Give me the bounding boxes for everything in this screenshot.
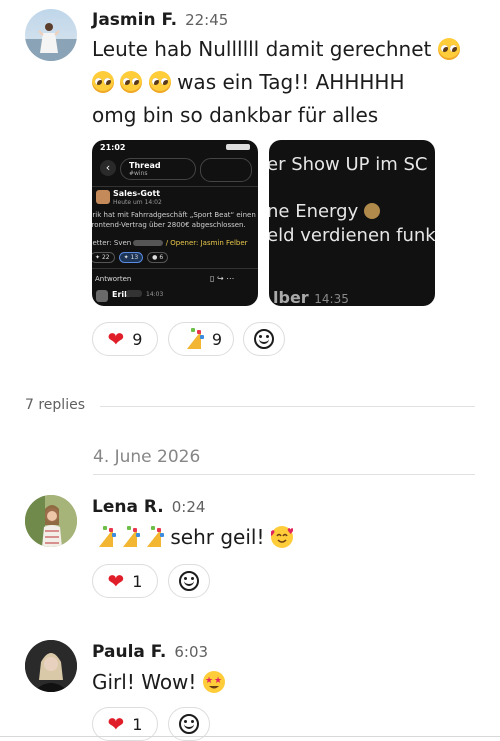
post-reaction: ✦ 13 (118, 252, 144, 263)
message-body: Leute hab Nullllll damit gerechnet was e… (92, 33, 492, 132)
author-name[interactable]: Lena R. (92, 497, 164, 517)
heart-icon: ❤ (107, 327, 125, 351)
add-reaction-icon (254, 329, 274, 349)
avatar-paula[interactable] (25, 640, 77, 692)
message-header: Paula F. 6:03 (92, 642, 208, 662)
bookmark-share-icons: ▯ ↪ ⋯ (210, 274, 235, 283)
avatar-jasmin[interactable] (25, 9, 77, 61)
message-line: Leute hab Nullllll damit gerechnet (92, 37, 432, 61)
message-header: Lena R. 0:24 (92, 497, 205, 517)
reply-time: 14:03 (146, 291, 164, 298)
image-text-line: lber 14:35 (273, 288, 349, 306)
svg-text:★: ★ (205, 676, 213, 686)
message-header: Jasmin F. 22:45 (92, 10, 228, 30)
image-text-line: eld verdienen funkt (269, 225, 435, 246)
divider (100, 406, 475, 407)
back-icon: ‹ (100, 160, 116, 176)
party-popper-icon (92, 526, 116, 548)
redacted-block (133, 240, 164, 246)
reaction-heart[interactable]: ❤ 9 (92, 322, 158, 356)
svg-text:♥: ♥ (287, 527, 293, 536)
thread-title: Thread (129, 161, 161, 170)
date-divider: 4. June 2026 (93, 447, 201, 467)
star-struck-emoji: ★ ★ (202, 671, 225, 693)
reaction-count: 1 (132, 714, 143, 734)
image-text-line: er Show UP im SC (269, 154, 428, 175)
post-reaction: ✦ 22 (92, 252, 115, 263)
message-text: sehr geil! (170, 525, 265, 549)
pleading-face-emoji (437, 38, 460, 60)
heart-icon: ❤ (107, 569, 125, 593)
post-author: Sales-Gott (113, 189, 161, 198)
replies-count[interactable]: 7 replies (25, 397, 85, 413)
avatar-image (25, 640, 77, 692)
avatar-image (25, 23, 77, 61)
add-reaction-button[interactable] (168, 564, 210, 598)
add-reaction-button[interactable] (243, 322, 285, 356)
pleading-face-emoji (120, 71, 143, 93)
svg-text:★: ★ (214, 676, 222, 686)
image-attachment-text[interactable]: er Show UP im SC ne Energy eld verdienen… (269, 140, 435, 306)
reaction-count: 1 (132, 571, 143, 591)
replies-label: Antworten (95, 275, 132, 283)
message-line: was ein Tag!! AHHHHH (177, 70, 405, 94)
message-time: 22:45 (185, 11, 229, 29)
setter-line: Setter: Sven / Opener: Jasmin Felber (92, 239, 248, 247)
battery-icon (226, 144, 250, 150)
reaction-heart[interactable]: ❤ 1 (92, 564, 158, 598)
image-attachment-thread[interactable]: 21:02 ‹ Thread #wins Sales-Gott Heute um… (92, 140, 258, 306)
opener-label: / Opener: Jasmin Felber (165, 239, 248, 247)
pleading-face-emoji (148, 71, 171, 93)
post-time: Heute um 14:02 (113, 199, 162, 206)
thread-subtitle: #wins (129, 170, 148, 177)
divider (93, 474, 475, 475)
message-time: 6:03 (174, 643, 209, 661)
post-text-2: Frontend-Vertrag über 2800€ abgeschlosse… (92, 221, 246, 229)
party-popper-icon (180, 328, 204, 350)
redacted-block (126, 290, 142, 297)
reply-avatar (96, 290, 108, 302)
thread-actions (200, 158, 252, 182)
add-reaction-icon (179, 571, 199, 591)
reaction-count: 9 (132, 329, 143, 349)
author-name[interactable]: Jasmin F. (92, 10, 177, 30)
pleading-face-emoji (92, 71, 114, 93)
post-reaction: ● 6 (147, 252, 169, 263)
post-text-1: Erik hat mit Fahrradgeschäft „Sport Beat… (92, 211, 256, 219)
status-time: 21:02 (100, 143, 126, 152)
party-popper-icon (116, 526, 140, 548)
heart-icon: ❤ (107, 712, 125, 736)
image-text-line: ne Energy (269, 201, 380, 222)
message-body: Girl! Wow! ★ ★ (92, 666, 225, 699)
svg-text:♥: ♥ (271, 529, 275, 538)
reaction-party[interactable]: 9 (168, 322, 234, 356)
party-popper-icon (140, 526, 164, 548)
setter-label: Setter: Sven (92, 239, 132, 247)
message-line: omg bin so dankbar für alles (92, 103, 379, 127)
author-name[interactable]: Paula F. (92, 642, 166, 662)
reaction-count: 9 (211, 329, 223, 349)
message-body: sehr geil! ♥ ♥ (92, 521, 293, 554)
emoji-icon (363, 203, 380, 219)
smiling-face-with-hearts-emoji: ♥ ♥ (270, 526, 293, 548)
message-time: 0:24 (171, 498, 206, 516)
post-avatar (96, 190, 110, 204)
avatar-image (25, 495, 77, 547)
add-reaction-icon (179, 714, 199, 734)
thread-header: Thread #wins (120, 158, 196, 180)
avatar-lena[interactable] (25, 495, 77, 547)
post-reactions: ✦ 22 ✦ 13 ● 6 (92, 252, 169, 263)
message-text: Girl! Wow! (92, 670, 197, 694)
